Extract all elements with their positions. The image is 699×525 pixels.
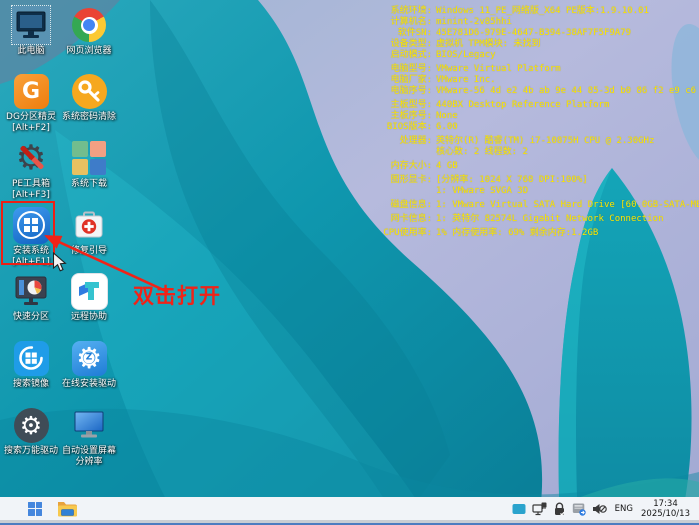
desktop-icon-universal-driver[interactable]: ⚙ 搜索万能驱动 bbox=[2, 406, 60, 457]
icon-label: 远程协助 bbox=[60, 312, 118, 323]
windows-logo-icon bbox=[28, 502, 42, 516]
icon-label: 快速分区 bbox=[2, 312, 60, 323]
desktop-icon-quick-partition[interactable]: 快速分区 bbox=[2, 272, 60, 323]
system-info-line: 网卡信息:1: 英特尔 82574L Gigabit Network Conne… bbox=[372, 214, 699, 225]
computer-icon bbox=[12, 6, 50, 44]
system-info-line: 电脑厂家:VMware Inc. bbox=[372, 75, 699, 86]
gear-screwdriver-icon: ⚙ bbox=[12, 139, 50, 177]
system-info-line: BIOS版本:6.00 bbox=[372, 122, 699, 133]
tray-display-icon[interactable] bbox=[512, 501, 527, 517]
desktop-icon-web-browser[interactable]: 网页浏览器 bbox=[60, 6, 118, 57]
start-button[interactable] bbox=[22, 498, 48, 520]
desktop-icon-repair-boot[interactable]: 修复引导 bbox=[60, 206, 118, 257]
color-tiles-icon bbox=[70, 139, 108, 177]
system-info-line: 处理器:英特尔(R) 酷睿(TM) i7-10875H CPU @ 2.30GH… bbox=[372, 136, 699, 147]
system-info-line: 核心数: 2 线程数: 2 bbox=[372, 147, 699, 158]
system-info-line: 主板序号:None bbox=[372, 111, 699, 122]
tray-lock-icon[interactable] bbox=[552, 501, 567, 517]
image-search-icon bbox=[12, 339, 50, 377]
taskbar-clock[interactable]: 17:34 2025/10/13 bbox=[641, 499, 693, 519]
tray-vmware-tools-icon[interactable] bbox=[572, 501, 587, 517]
system-info-line: 启动模式:BIOS/Legacy bbox=[372, 50, 699, 61]
icon-label: 在线安装驱动 bbox=[60, 379, 118, 390]
chrome-icon bbox=[70, 6, 108, 44]
system-info-line: 设备类型:虚拟机 TPM模块: 未找到 bbox=[372, 39, 699, 50]
system-info-line: 图形显卡:[分辨率: 1024 X 768 DPI:100%] bbox=[372, 175, 699, 186]
taskbar-tray: ENG 17:34 2025/10/13 bbox=[512, 497, 699, 520]
system-info-line: 系统环境:Windows 11_PE_网络版_X64 PE版本:1.9.10.0… bbox=[372, 6, 699, 17]
icon-hotkey: [Alt+F3] bbox=[2, 190, 60, 201]
clock-date: 2025/10/13 bbox=[641, 509, 690, 519]
todesk-icon bbox=[70, 272, 108, 310]
icon-label: DG分区精灵 bbox=[2, 112, 60, 123]
tray-network-icon[interactable] bbox=[532, 501, 547, 517]
icon-label: 系统下载 bbox=[60, 179, 118, 190]
system-info-line: 内存大小:4 GB bbox=[372, 161, 699, 172]
desktop-icon-this-pc[interactable]: 此电脑 bbox=[2, 6, 60, 57]
folder-icon bbox=[57, 500, 78, 517]
system-info-line: 计算机名:minint-2v85hhi bbox=[372, 17, 699, 28]
system-info-line: CPU使用率:1% 内存使用率: 69% 剩余内存:1.2GB bbox=[372, 228, 699, 239]
monitor-pie-chart-icon bbox=[12, 272, 50, 310]
desktop-icon-diskgenius[interactable]: G DG分区精灵 [Alt+F2] bbox=[2, 72, 60, 134]
system-info-line: 磁盘信息:1: VMware Virtual SATA Hard Drive [… bbox=[372, 200, 699, 211]
first-aid-kit-icon bbox=[70, 206, 108, 244]
desktop-icon-system-download[interactable]: 系统下载 bbox=[60, 139, 118, 190]
clock-time: 17:34 bbox=[641, 499, 690, 509]
desktop-icon-search-image[interactable]: 搜索镜像 bbox=[2, 339, 60, 390]
annotation-text: 双击打开 bbox=[133, 284, 221, 308]
taskbar: ENG 17:34 2025/10/13 bbox=[0, 497, 699, 525]
icon-label: 网页浏览器 bbox=[60, 46, 118, 57]
taskbar-left bbox=[0, 497, 80, 520]
system-info: 系统环境:Windows 11_PE_网络版_X64 PE版本:1.9.10.0… bbox=[372, 6, 699, 239]
dark-gear-icon: ⚙ bbox=[12, 406, 50, 444]
key-icon bbox=[70, 72, 108, 110]
desktop-icon-online-driver[interactable]: ⚙Z 在线安装驱动 bbox=[60, 339, 118, 390]
icon-label: 此电脑 bbox=[2, 46, 60, 57]
file-explorer-button[interactable] bbox=[54, 498, 80, 520]
icon-label: 搜索镜像 bbox=[2, 379, 60, 390]
system-info-line: 1: VMware SVGA 3D bbox=[372, 186, 699, 197]
icon-label: 搜索万能驱动 bbox=[2, 446, 60, 457]
system-info-line: 软件SN:45E781D6-979E-4647-B394-38AF7F5F9A7… bbox=[372, 28, 699, 39]
desktop-icon-remote-assist[interactable]: 远程协助 bbox=[60, 272, 118, 323]
diskgenius-icon: G bbox=[12, 72, 50, 110]
icon-label: 自动设置屏幕分辨率 bbox=[60, 446, 118, 468]
mouse-cursor bbox=[52, 252, 67, 273]
system-info-line: 电脑序号:VMware-56 4d e2 4b ab 9e 44 85-3d b… bbox=[372, 86, 699, 97]
tray-volume-muted-icon[interactable] bbox=[592, 501, 607, 517]
icon-label: PE工具箱 bbox=[2, 179, 60, 190]
highlight-box bbox=[1, 201, 55, 265]
icon-hotkey: [Alt+F2] bbox=[2, 123, 60, 134]
driver-gear-z-icon: ⚙Z bbox=[70, 339, 108, 377]
blue-monitor-icon bbox=[70, 406, 108, 444]
icon-label: 系统密码清除 bbox=[60, 112, 118, 123]
language-indicator[interactable]: ENG bbox=[612, 504, 636, 514]
system-info-line: 电脑型号:VMware Virtual Platform bbox=[372, 64, 699, 75]
desktop-icon-auto-resolution[interactable]: 自动设置屏幕分辨率 bbox=[60, 406, 118, 468]
system-info-line: 主板型号:440BX Desktop Reference Platform bbox=[372, 100, 699, 111]
desktop-icon-password-clear[interactable]: 系统密码清除 bbox=[60, 72, 118, 123]
icon-label: 修复引导 bbox=[60, 246, 118, 257]
desktop-icon-pe-toolbox[interactable]: ⚙ PE工具箱 [Alt+F3] bbox=[2, 139, 60, 201]
